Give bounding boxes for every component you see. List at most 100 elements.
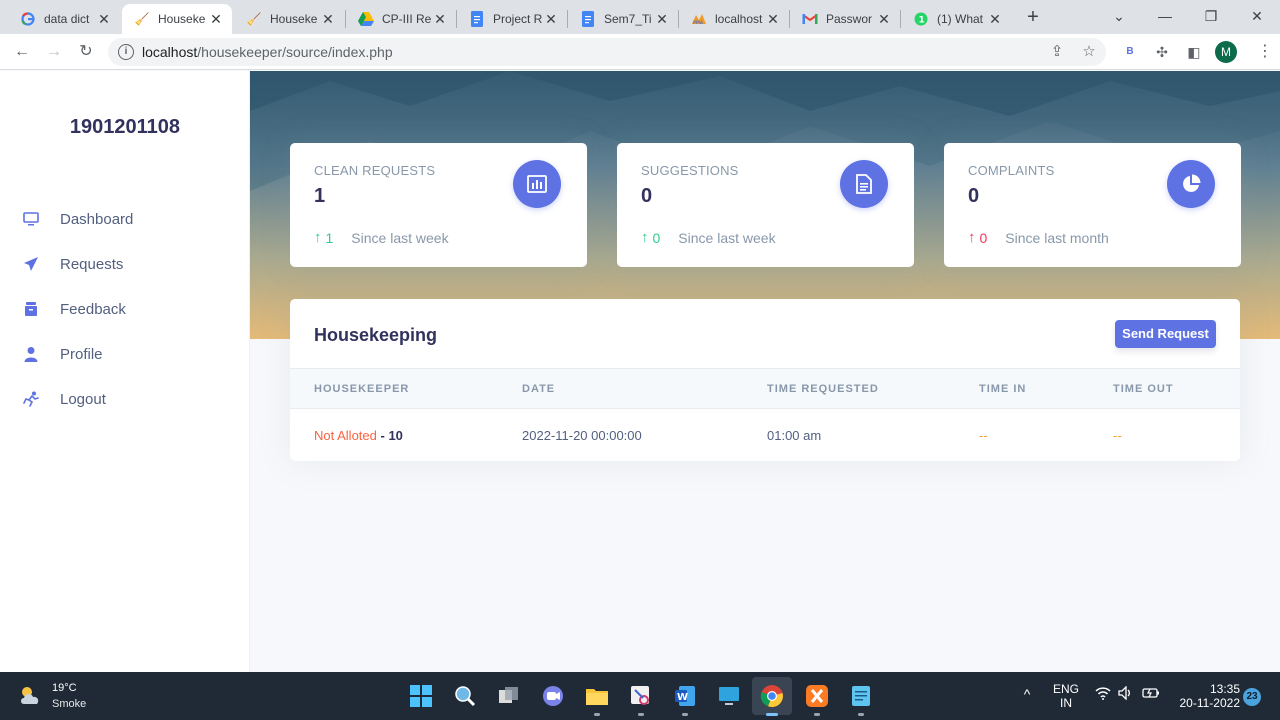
url-path: /housekeeper/source/index.php [197, 44, 393, 60]
url-text[interactable]: localhost/housekeeper/source/index.php [142, 44, 393, 60]
housekeeper-cell: Not Alloted - 10 [314, 428, 403, 443]
puzzle-icon[interactable]: ✣ [1152, 42, 1172, 62]
sidebar-item-logout[interactable]: Logout [22, 388, 232, 410]
time-in-cell: -- [979, 428, 988, 443]
forward-icon[interactable]: → [42, 40, 66, 64]
svg-text:1: 1 [919, 16, 925, 26]
clock[interactable]: 13:35 20-11-2022 [1168, 682, 1241, 710]
close-icon[interactable]: ✕ [654, 11, 670, 28]
new-tab-button[interactable]: + [1022, 5, 1044, 29]
tab-title: Project R [493, 12, 543, 26]
tab-cp3[interactable]: CP-III Re ✕ [346, 4, 456, 34]
phpmyadmin-icon: PMA [691, 11, 707, 27]
search-icon[interactable] [453, 684, 477, 708]
tab-password[interactable]: Passwor ✕ [790, 4, 900, 34]
running-indicator [766, 713, 778, 716]
column-header-date: DATE [522, 383, 556, 395]
running-indicator [638, 713, 644, 716]
remote-desktop-icon[interactable] [717, 684, 741, 708]
close-icon[interactable]: ✕ [432, 11, 448, 28]
user-icon [22, 345, 40, 363]
address-bar[interactable]: i localhost/housekeeper/source/index.php… [108, 38, 1106, 66]
tab-localhost[interactable]: PMA localhost ✕ [679, 4, 789, 34]
teams-chat-icon[interactable] [541, 684, 565, 708]
star-icon[interactable]: ☆ [1080, 43, 1098, 61]
sidebar-item-requests[interactable]: Requests [22, 253, 232, 275]
site-info-icon[interactable]: i [118, 44, 134, 60]
stat-card-complaints: COMPLAINTS 0 ↑ 0 Since last month [944, 143, 1241, 267]
minimize-icon[interactable]: — [1150, 4, 1180, 28]
column-header-housekeeper: HOUSEKEEPER [314, 383, 410, 395]
close-window-icon[interactable]: ✕ [1242, 4, 1272, 28]
restore-icon[interactable]: ❐ [1196, 4, 1226, 28]
column-header-time-in: TIME IN [979, 383, 1027, 395]
tab-housekeeper-active[interactable]: 🧹 Houseke ✕ [122, 4, 232, 34]
close-icon[interactable]: ✕ [208, 11, 224, 28]
sidebar-item-feedback[interactable]: Feedback [22, 298, 232, 320]
sidebar-item-label: Dashboard [60, 210, 134, 228]
chrome-icon[interactable] [760, 684, 784, 708]
close-icon[interactable]: ✕ [765, 11, 781, 28]
brand-title[interactable]: 1901201108 [0, 116, 250, 139]
send-request-button[interactable]: Send Request [1115, 320, 1216, 348]
tab-title: Passwor [826, 12, 873, 26]
close-icon[interactable]: ✕ [320, 11, 336, 28]
close-icon[interactable]: ✕ [987, 11, 1003, 28]
windows-start-icon[interactable] [409, 684, 433, 708]
tab-sem7[interactable]: Sem7_Ti ✕ [568, 4, 678, 34]
language-indicator[interactable]: ENG IN [1050, 682, 1082, 710]
sidebar-item-dashboard[interactable]: Dashboard [22, 208, 232, 230]
stat-period: Since last week [351, 229, 449, 246]
back-icon[interactable]: ← [10, 40, 34, 64]
drive-icon [358, 11, 374, 27]
weather-temperature[interactable]: 19°C [52, 682, 77, 694]
extension-icon[interactable]: B [1120, 42, 1140, 62]
browser-toolbar: ← → ↻ i localhost/housekeeper/source/ind… [0, 34, 1280, 70]
weather-description[interactable]: Smoke [52, 698, 86, 710]
reload-icon[interactable]: ↻ [74, 40, 98, 64]
show-hidden-icons-icon[interactable]: ^ [1018, 686, 1036, 702]
tab-data-dict[interactable]: data dict ✕ [8, 4, 120, 34]
file-explorer-icon[interactable] [585, 684, 609, 708]
tab-search-icon[interactable]: ⌄ [1104, 4, 1134, 28]
pie-chart-icon [1167, 160, 1215, 208]
main-content: CLEAN REQUESTS 1 ↑ 1 Since last week SUG… [250, 71, 1280, 672]
volume-icon[interactable] [1117, 685, 1135, 703]
sidebar-item-label: Logout [60, 390, 106, 408]
clock-date: 20-11-2022 [1179, 696, 1241, 710]
sidebar-item-profile[interactable]: Profile [22, 343, 232, 365]
close-icon[interactable]: ✕ [543, 11, 559, 28]
paper-plane-icon [22, 255, 40, 273]
more-menu-icon[interactable]: ⋮ [1255, 42, 1275, 62]
sidebar-item-label: Feedback [60, 300, 126, 318]
stat-card-suggestions: SUGGESTIONS 0 ↑ 0 Since last week [617, 143, 914, 267]
time-out-cell: -- [1113, 428, 1122, 443]
running-icon [22, 390, 40, 408]
tab-project-report[interactable]: Project R ✕ [457, 4, 567, 34]
stat-value: 0 [641, 185, 653, 207]
stat-card-clean-requests: CLEAN REQUESTS 1 ↑ 1 Since last week [290, 143, 587, 267]
notification-count-badge[interactable]: 23 [1243, 688, 1261, 706]
document-icon [840, 160, 888, 208]
weather-cloud-icon[interactable] [18, 684, 44, 706]
room-number: - 10 [380, 428, 403, 443]
docs-icon [469, 11, 485, 27]
xampp-icon[interactable] [805, 684, 829, 708]
tab-whatsapp[interactable]: 1 (1) What ✕ [901, 4, 1011, 34]
url-host: localhost [142, 44, 198, 60]
battery-icon[interactable] [1141, 686, 1161, 703]
tab-housekeeper[interactable]: 🧹 Houseke ✕ [234, 4, 344, 34]
close-icon[interactable]: ✕ [96, 11, 112, 28]
tab-title: Houseke [158, 12, 206, 26]
whatsapp-icon: 1 [913, 11, 929, 27]
notepad-icon[interactable] [849, 684, 873, 708]
word-icon[interactable]: W [673, 684, 697, 708]
task-view-icon[interactable] [497, 684, 521, 708]
close-icon[interactable]: ✕ [876, 11, 892, 28]
wifi-icon[interactable] [1094, 686, 1112, 703]
snipping-tool-icon[interactable] [629, 684, 653, 708]
share-icon[interactable]: ⇪ [1048, 43, 1066, 61]
monitor-icon [22, 210, 40, 228]
side-panel-icon[interactable]: ◧ [1184, 42, 1204, 62]
profile-avatar[interactable]: M [1215, 41, 1237, 63]
